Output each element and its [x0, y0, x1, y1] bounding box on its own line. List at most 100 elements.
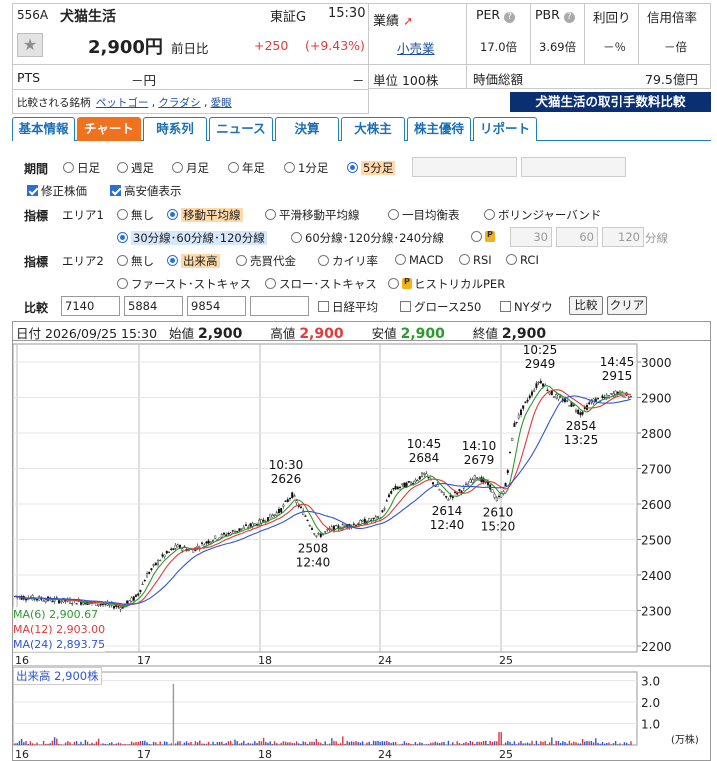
area2-rsi[interactable]: RSI [459, 253, 492, 267]
help-icon[interactable]: ? [563, 12, 575, 23]
sector-link[interactable]: 小売業 [397, 38, 435, 57]
area2-deviation[interactable]: カイリ率 [318, 253, 378, 269]
ma-set-60-120-240[interactable]: 60分線･120分線･240分線 [291, 230, 444, 246]
volume-axis-label: 3.0 [641, 675, 660, 689]
area2-rci[interactable]: RCI [506, 253, 539, 267]
candle-body [132, 596, 135, 601]
radio-icon [117, 162, 128, 173]
candle-body [531, 391, 534, 396]
compare-button[interactable]: 比較 [569, 296, 603, 315]
period-weekly[interactable]: 週足 [117, 160, 154, 176]
period-start-input[interactable] [412, 157, 517, 177]
compare-link-3[interactable]: 愛眼 [211, 97, 232, 109]
tab-report[interactable]: リポート [473, 117, 537, 141]
volume-bar [53, 737, 56, 745]
fee-compare-banner[interactable]: 犬猫生活の取引手数料比較 [510, 92, 711, 112]
price-chart[interactable]: 3000 2900 2800 2700 2600 2500 2400 2300 2200 16 16… [12, 342, 711, 761]
compare-code-4[interactable] [250, 296, 309, 316]
area2-slow-stochastic[interactable]: スロー･ストキャス [265, 276, 377, 292]
candle-body [511, 437, 514, 441]
tab-chart[interactable]: チャート [77, 117, 141, 141]
date-axis-label: 16 [15, 654, 29, 667]
volume-bar [575, 742, 577, 745]
candle-body [610, 393, 613, 395]
candle-body [152, 564, 155, 566]
period-5min[interactable]: 5分足 [347, 160, 396, 176]
volume-bar [183, 742, 186, 745]
area2-fast-stochastic[interactable]: ファースト･ストキャス [117, 276, 251, 292]
volume-bar [34, 744, 36, 745]
tab-basic-info[interactable]: 基本情報 [12, 117, 75, 141]
ma-set-30-60-120[interactable]: 30分線･60分線･120分線 [117, 230, 267, 246]
area2-turnover[interactable]: 売買代金 [236, 253, 296, 269]
compare-code-2[interactable]: 5884 [124, 296, 183, 316]
radio-icon [459, 254, 470, 265]
volume-bar [388, 741, 390, 745]
period-monthly[interactable]: 月足 [172, 160, 209, 176]
volume-bar [399, 744, 401, 745]
period-end-input[interactable] [521, 157, 626, 177]
area1-smoothed-ma[interactable]: 平滑移動平均線 [265, 207, 360, 223]
ma-custom-radio[interactable] [471, 230, 497, 244]
area1-moving-average[interactable]: 移動平均線 [167, 207, 243, 223]
volume-bar [267, 742, 269, 745]
compare-code-1[interactable]: 7140 [61, 296, 120, 316]
favorite-star-button[interactable]: ★ [17, 33, 43, 57]
price-annotation: 12:40 [296, 556, 331, 570]
candle-body [291, 492, 294, 499]
highlow-check[interactable]: 高安値表示 [110, 183, 182, 199]
compare-nydow-check[interactable]: NYダウ [500, 299, 553, 315]
period-yearly[interactable]: 年足 [228, 160, 265, 176]
candle-body [557, 394, 560, 400]
area2-none[interactable]: 無し [117, 253, 154, 269]
clear-button[interactable]: クリア [607, 296, 647, 315]
volume-bar [135, 742, 137, 745]
area2-volume[interactable]: 出来高 [167, 253, 220, 269]
compare-link-2[interactable]: クラダシ [158, 97, 200, 109]
area1-bollinger[interactable]: ボリンジャーバンド [484, 207, 601, 223]
area2-historical-per[interactable]: ヒストリカルPER [388, 276, 505, 292]
candle-body [313, 533, 316, 535]
volume-bar [559, 742, 562, 745]
price-annotation: 13:25 [564, 433, 599, 447]
compare-growth250-check[interactable]: グロース250 [400, 299, 481, 315]
ma-custom-3[interactable]: 120 [602, 227, 644, 247]
volume-bar [216, 742, 219, 745]
area1-none[interactable]: 無し [117, 207, 154, 223]
candle-body [581, 411, 584, 415]
candle-body [196, 545, 199, 548]
price-annotation: 2508 [298, 542, 329, 556]
candle-body [203, 544, 206, 547]
area2-macd[interactable]: MACD [395, 253, 443, 267]
candle-body [410, 482, 413, 485]
gyoseki-link[interactable]: 業績 ➚ [373, 10, 413, 29]
ma-custom-2[interactable]: 60 [556, 227, 598, 247]
volume-bar [291, 742, 293, 745]
adjusted-price-check[interactable]: 修正株価 [27, 183, 87, 199]
ma-custom-1[interactable]: 30 [510, 227, 552, 247]
tab-shareholder-benefits[interactable]: 株主優待 [407, 117, 471, 141]
candle-body [630, 396, 633, 398]
volume-bar [623, 742, 626, 745]
volume-bar [313, 741, 315, 745]
help-icon[interactable]: ? [504, 12, 516, 23]
volume-bar [210, 744, 212, 745]
compare-code-3[interactable]: 9854 [187, 296, 246, 316]
candle-body [71, 603, 74, 605]
compare-nikkei-check[interactable]: 日経平均 [318, 299, 378, 315]
volume-bar [45, 743, 47, 745]
compare-link-1[interactable]: ペットゴー [96, 97, 149, 109]
period-1min[interactable]: 1分足 [284, 160, 328, 176]
candle-body [115, 605, 118, 607]
tab-major-shareholders[interactable]: 大株主 [341, 117, 405, 141]
tab-timeseries[interactable]: 時系列 [143, 117, 207, 141]
period-daily[interactable]: 日足 [63, 160, 100, 176]
price-annotation: 2610 [483, 505, 514, 519]
candle-body [165, 551, 168, 554]
tab-news[interactable]: ニュース [209, 117, 273, 141]
checkbox-icon [500, 301, 511, 312]
tab-earnings[interactable]: 決算 [275, 117, 339, 141]
area1-ichimoku[interactable]: 一目均衡表 [388, 207, 460, 223]
date-axis-label: 16 [15, 748, 29, 761]
volume-bar [115, 743, 117, 745]
